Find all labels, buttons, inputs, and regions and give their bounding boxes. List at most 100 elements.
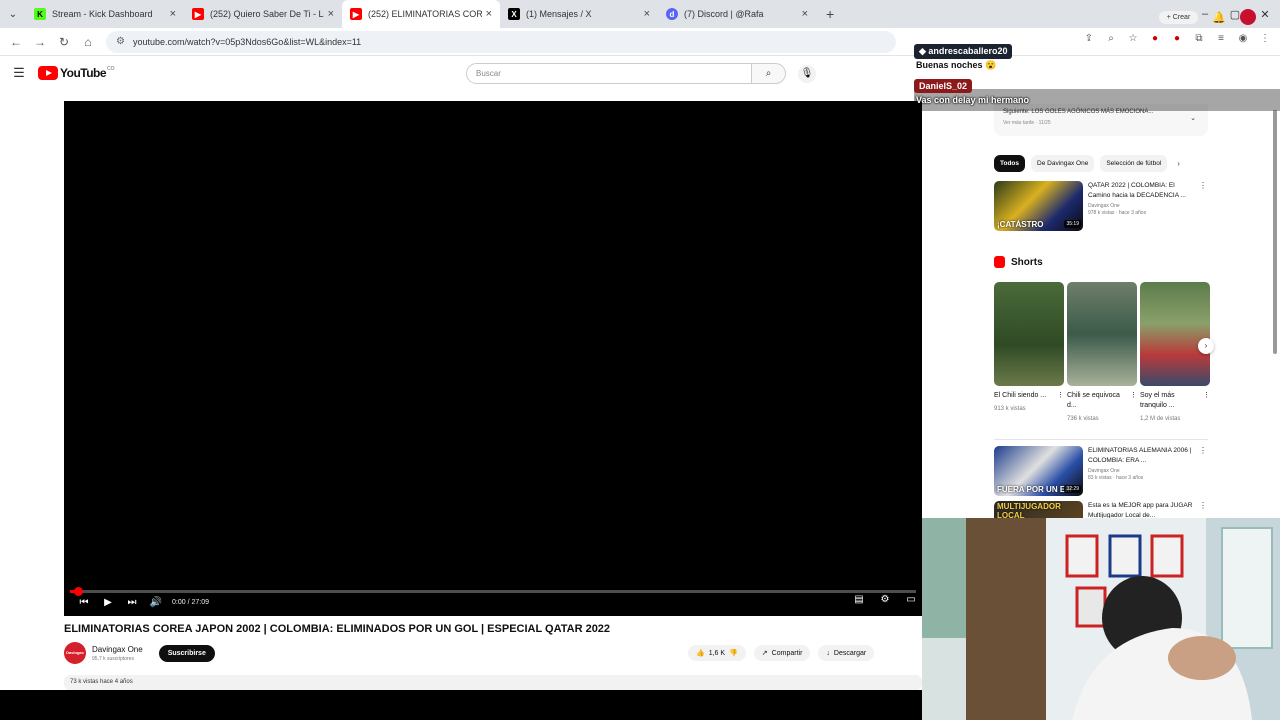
short-title[interactable]: Soy el más tranquilo ... (1140, 391, 1203, 411)
recommended-video[interactable]: MULTIJUGADOR LOCAL Esta es la MEJOR app … (994, 501, 1210, 518)
progress-bar[interactable] (70, 587, 916, 596)
video-player[interactable]: ⏮ ▶ ⏭ 🔊 0:00 / 27:09 ▤ ⚙ ▭ (64, 101, 922, 616)
more-options-icon[interactable]: ⋮ (1057, 391, 1064, 401)
close-icon[interactable]: × (328, 8, 334, 20)
bookmark-icon[interactable]: ☆ (1126, 33, 1140, 47)
youtube-logo[interactable]: YouTube CO (38, 66, 115, 80)
thumbs-down-icon[interactable]: 👎 (729, 649, 738, 657)
close-icon[interactable]: × (486, 8, 492, 20)
reload-icon[interactable]: ↻ (52, 35, 76, 49)
profile-icon[interactable]: ◉ (1236, 33, 1250, 47)
tab-youtube-video[interactable]: ▶ (252) ELIMINATORIAS COREA JA × (342, 0, 500, 28)
download-button[interactable]: ↓ Descargar (818, 645, 875, 661)
address-bar[interactable]: ⚙ youtube.com/watch?v=05p3Ndos6Go&list=W… (106, 30, 896, 53)
mic-icon[interactable]: 🎙 (798, 65, 816, 83)
new-tab-button[interactable]: + (826, 6, 834, 22)
time-display: 0:00 / 27:09 (172, 598, 209, 606)
short-title[interactable]: El Chili siendo ... (994, 391, 1046, 401)
share-button[interactable]: ↗ Compartir (753, 645, 811, 661)
subscribe-button[interactable]: Suscribirse (158, 644, 215, 662)
tab-title: Stream - Kick Dashboard (52, 9, 153, 19)
video-card-title[interactable]: Esta es la MEJOR app para JUGAR Multijug… (1088, 501, 1198, 518)
account-avatar[interactable] (1240, 9, 1256, 25)
menu-icon[interactable]: ⋮ (1258, 33, 1272, 47)
search-icon[interactable]: ⌕ (752, 63, 786, 84)
previous-icon[interactable]: ⏮ (72, 597, 96, 608)
duration-badge: 32:29 (1064, 485, 1081, 493)
tab-search-icon[interactable]: ⌄ (0, 9, 26, 20)
like-button[interactable]: 👍 1,6 K 👎 (688, 645, 746, 661)
chip-football[interactable]: Selección de fútbol (1100, 155, 1168, 172)
kick-icon: K (34, 8, 46, 20)
tab-x-messages[interactable]: X (1) Mensajes / X × (500, 0, 658, 28)
tab-kick[interactable]: K Stream - Kick Dashboard × (26, 0, 184, 28)
chat-message: DanielS_02 Vas con delay mi hermano (914, 76, 1031, 106)
short-item[interactable]: El Chili siendo ... ⋮ 913 k vistas (994, 282, 1064, 422)
short-title[interactable]: Chili se equivoca d... (1067, 391, 1130, 411)
chevron-right-icon[interactable]: › (1177, 159, 1180, 168)
video-thumbnail[interactable]: FUERA POR UN EM 32:29 (994, 446, 1083, 496)
more-options-icon[interactable]: ⋮ (1198, 446, 1208, 498)
chip-all[interactable]: Todos (994, 155, 1026, 172)
video-card-channel[interactable]: Davingax One (1088, 468, 1198, 474)
back-icon[interactable]: ← (4, 35, 28, 49)
short-thumbnail[interactable] (994, 282, 1064, 386)
video-thumbnail[interactable]: MULTIJUGADOR LOCAL (994, 501, 1083, 518)
thumbs-up-icon: 👍 (696, 650, 705, 657)
extension-icon[interactable]: ● (1170, 33, 1184, 47)
video-thumbnail[interactable]: ¡CATÁSTRO 35:19 (994, 181, 1083, 231)
extensions-puzzle-icon[interactable]: ⧉ (1192, 33, 1206, 47)
recommended-video[interactable]: FUERA POR UN EM 32:29 ELIMINATORIAS ALEM… (994, 446, 1210, 498)
chat-text: Buenas noches 😮 (916, 60, 997, 70)
more-options-icon[interactable]: ⋮ (1130, 391, 1137, 411)
tab-discord[interactable]: d (7) Discord | @Rafa × (658, 0, 816, 28)
subtitles-icon[interactable]: ▤ (850, 594, 868, 605)
video-card-title[interactable]: ELIMINATORIAS ALEMANIA 2006 | COLOMBIA: … (1088, 446, 1198, 466)
settings-icon[interactable]: ⚙ (876, 594, 894, 605)
channel-avatar[interactable]: Davingax ONE (64, 642, 86, 677)
video-card-views: 83 k vistas · hace 3 años (1088, 475, 1144, 481)
play-icon[interactable]: ▶ (96, 597, 120, 608)
chevron-down-icon[interactable]: ⌄ (1190, 114, 1196, 122)
forward-icon[interactable]: → (28, 35, 52, 49)
zoom-icon[interactable]: ⌕ (1104, 33, 1118, 47)
search-input[interactable]: Buscar (466, 63, 752, 84)
more-options-icon[interactable]: ⋮ (1198, 181, 1208, 233)
shorts-next-icon[interactable]: › (1198, 338, 1214, 354)
scrollbar[interactable] (1273, 110, 1277, 354)
recommended-video[interactable]: ¡CATÁSTRO 35:19 QATAR 2022 | COLOMBIA: E… (994, 181, 1210, 233)
reading-list-icon[interactable]: ≡ (1214, 33, 1228, 47)
site-info-icon[interactable]: ⚙ (116, 36, 125, 47)
notifications-bell-icon[interactable]: 🔔 (1212, 11, 1226, 24)
description-box[interactable]: 73 k vistas hace 4 años (64, 675, 922, 690)
channel-name[interactable]: Davingax One (92, 645, 143, 654)
tab-youtube-song[interactable]: ▶ (252) Quiero Saber De Ti - Los I × (184, 0, 342, 28)
create-button[interactable]: + Crear (1158, 10, 1199, 24)
tab-title: (7) Discord | @Rafa (684, 9, 764, 19)
browser-tab-bar: ⌄ K Stream - Kick Dashboard × ▶ (252) Qu… (0, 0, 1280, 28)
webcam-image (922, 518, 1280, 720)
close-icon[interactable]: × (644, 8, 650, 20)
video-card-channel[interactable]: Davingax One (1088, 203, 1198, 209)
short-item[interactable]: Soy el más tranquilo ... ⋮ 1,2 M de vista… (1140, 282, 1210, 422)
theater-mode-icon[interactable]: ▭ (902, 594, 920, 605)
thumbnail-caption: FUERA POR UN EM (997, 485, 1072, 494)
thumbnail-caption: MULTIJUGADOR LOCAL (997, 502, 1061, 518)
short-item[interactable]: Chili se equivoca d... ⋮ 736 k vistas (1067, 282, 1137, 422)
close-icon[interactable]: × (170, 8, 176, 20)
close-icon[interactable]: × (802, 8, 808, 20)
channel-meta: Davingax One 95,7 k suscriptores (92, 645, 143, 662)
more-options-icon[interactable]: ⋮ (1198, 501, 1208, 518)
volume-icon[interactable]: 🔊 (144, 597, 168, 608)
youtube-icon: ▶ (192, 8, 204, 20)
extension-icon[interactable]: ● (1148, 33, 1162, 47)
home-icon[interactable]: ⌂ (76, 35, 100, 49)
short-thumbnail[interactable] (1067, 282, 1137, 386)
hamburger-icon[interactable]: ☰ (0, 65, 38, 81)
chip-channel[interactable]: De Davingax One (1031, 155, 1095, 172)
next-icon[interactable]: ⏭ (120, 597, 144, 608)
install-icon[interactable]: ⇪ (1082, 33, 1096, 47)
short-thumbnail[interactable] (1140, 282, 1210, 386)
more-options-icon[interactable]: ⋮ (1203, 391, 1210, 411)
video-card-title[interactable]: QATAR 2022 | COLOMBIA: El Camino hacia l… (1088, 181, 1198, 201)
